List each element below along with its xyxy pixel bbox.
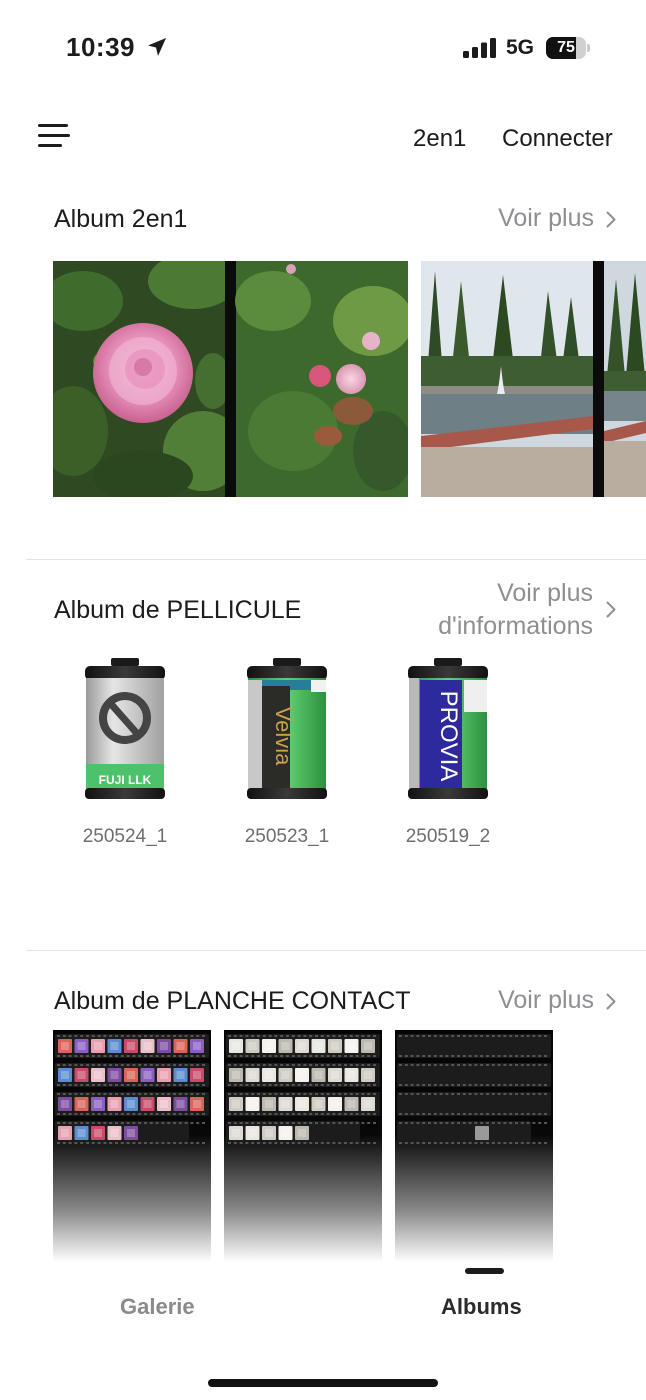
- film-brand: PROVIA: [435, 691, 462, 782]
- chevron-right-icon[interactable]: [606, 993, 616, 1010]
- album-contact-see-more[interactable]: Voir plus: [498, 984, 594, 1017]
- film-brand: Velvia: [271, 707, 296, 766]
- album-2en1-strip: [53, 261, 646, 497]
- contact-sheet-2[interactable]: [224, 1030, 382, 1262]
- menu-button[interactable]: [38, 124, 74, 150]
- film-label: 250524_1: [82, 826, 168, 847]
- album-2en1-title: Album 2en1: [54, 205, 188, 233]
- home-indicator: [208, 1379, 438, 1387]
- tab-albums[interactable]: Albums: [441, 1294, 522, 1320]
- status-time: 10:39: [66, 32, 135, 62]
- see-more-line2: d'informations: [438, 612, 593, 640]
- contact-sheet-1[interactable]: [53, 1030, 211, 1262]
- active-tab-indicator: [465, 1268, 504, 1274]
- tab-gallery[interactable]: Galerie: [120, 1294, 195, 1320]
- section-divider: [26, 950, 646, 951]
- album-2en1-see-more[interactable]: Voir plus: [498, 202, 594, 235]
- cellular-signal-icon: [463, 38, 496, 58]
- album-film-title: Album de PELLICULE: [54, 596, 302, 624]
- nav-2en1-link[interactable]: 2en1: [413, 125, 466, 153]
- battery-icon: 75: [546, 37, 590, 59]
- location-arrow-icon: [148, 38, 166, 56]
- battery-percent: 75: [557, 39, 575, 56]
- chevron-right-icon[interactable]: [606, 601, 616, 618]
- album-film-see-more[interactable]: Voir plus d'informations: [438, 577, 593, 643]
- section-divider: [26, 559, 646, 560]
- diptych-photo-roses[interactable]: [53, 261, 408, 497]
- contact-sheet-3[interactable]: [395, 1030, 553, 1262]
- film-brand: FUJI LLK: [99, 773, 152, 787]
- album-contact-title: Album de PLANCHE CONTACT: [54, 987, 411, 1015]
- film-label: 250519_2: [405, 826, 491, 847]
- chevron-right-icon[interactable]: [606, 211, 616, 228]
- see-more-line1: Voir plus: [497, 579, 593, 607]
- connect-link[interactable]: Connecter: [502, 125, 613, 153]
- film-label: 250523_1: [244, 826, 330, 847]
- status-bar: 10:39 5G 75: [0, 0, 646, 96]
- diptych-photo-fountain[interactable]: [421, 261, 646, 497]
- menu-icon: [38, 124, 68, 127]
- network-type: 5G: [506, 36, 535, 59]
